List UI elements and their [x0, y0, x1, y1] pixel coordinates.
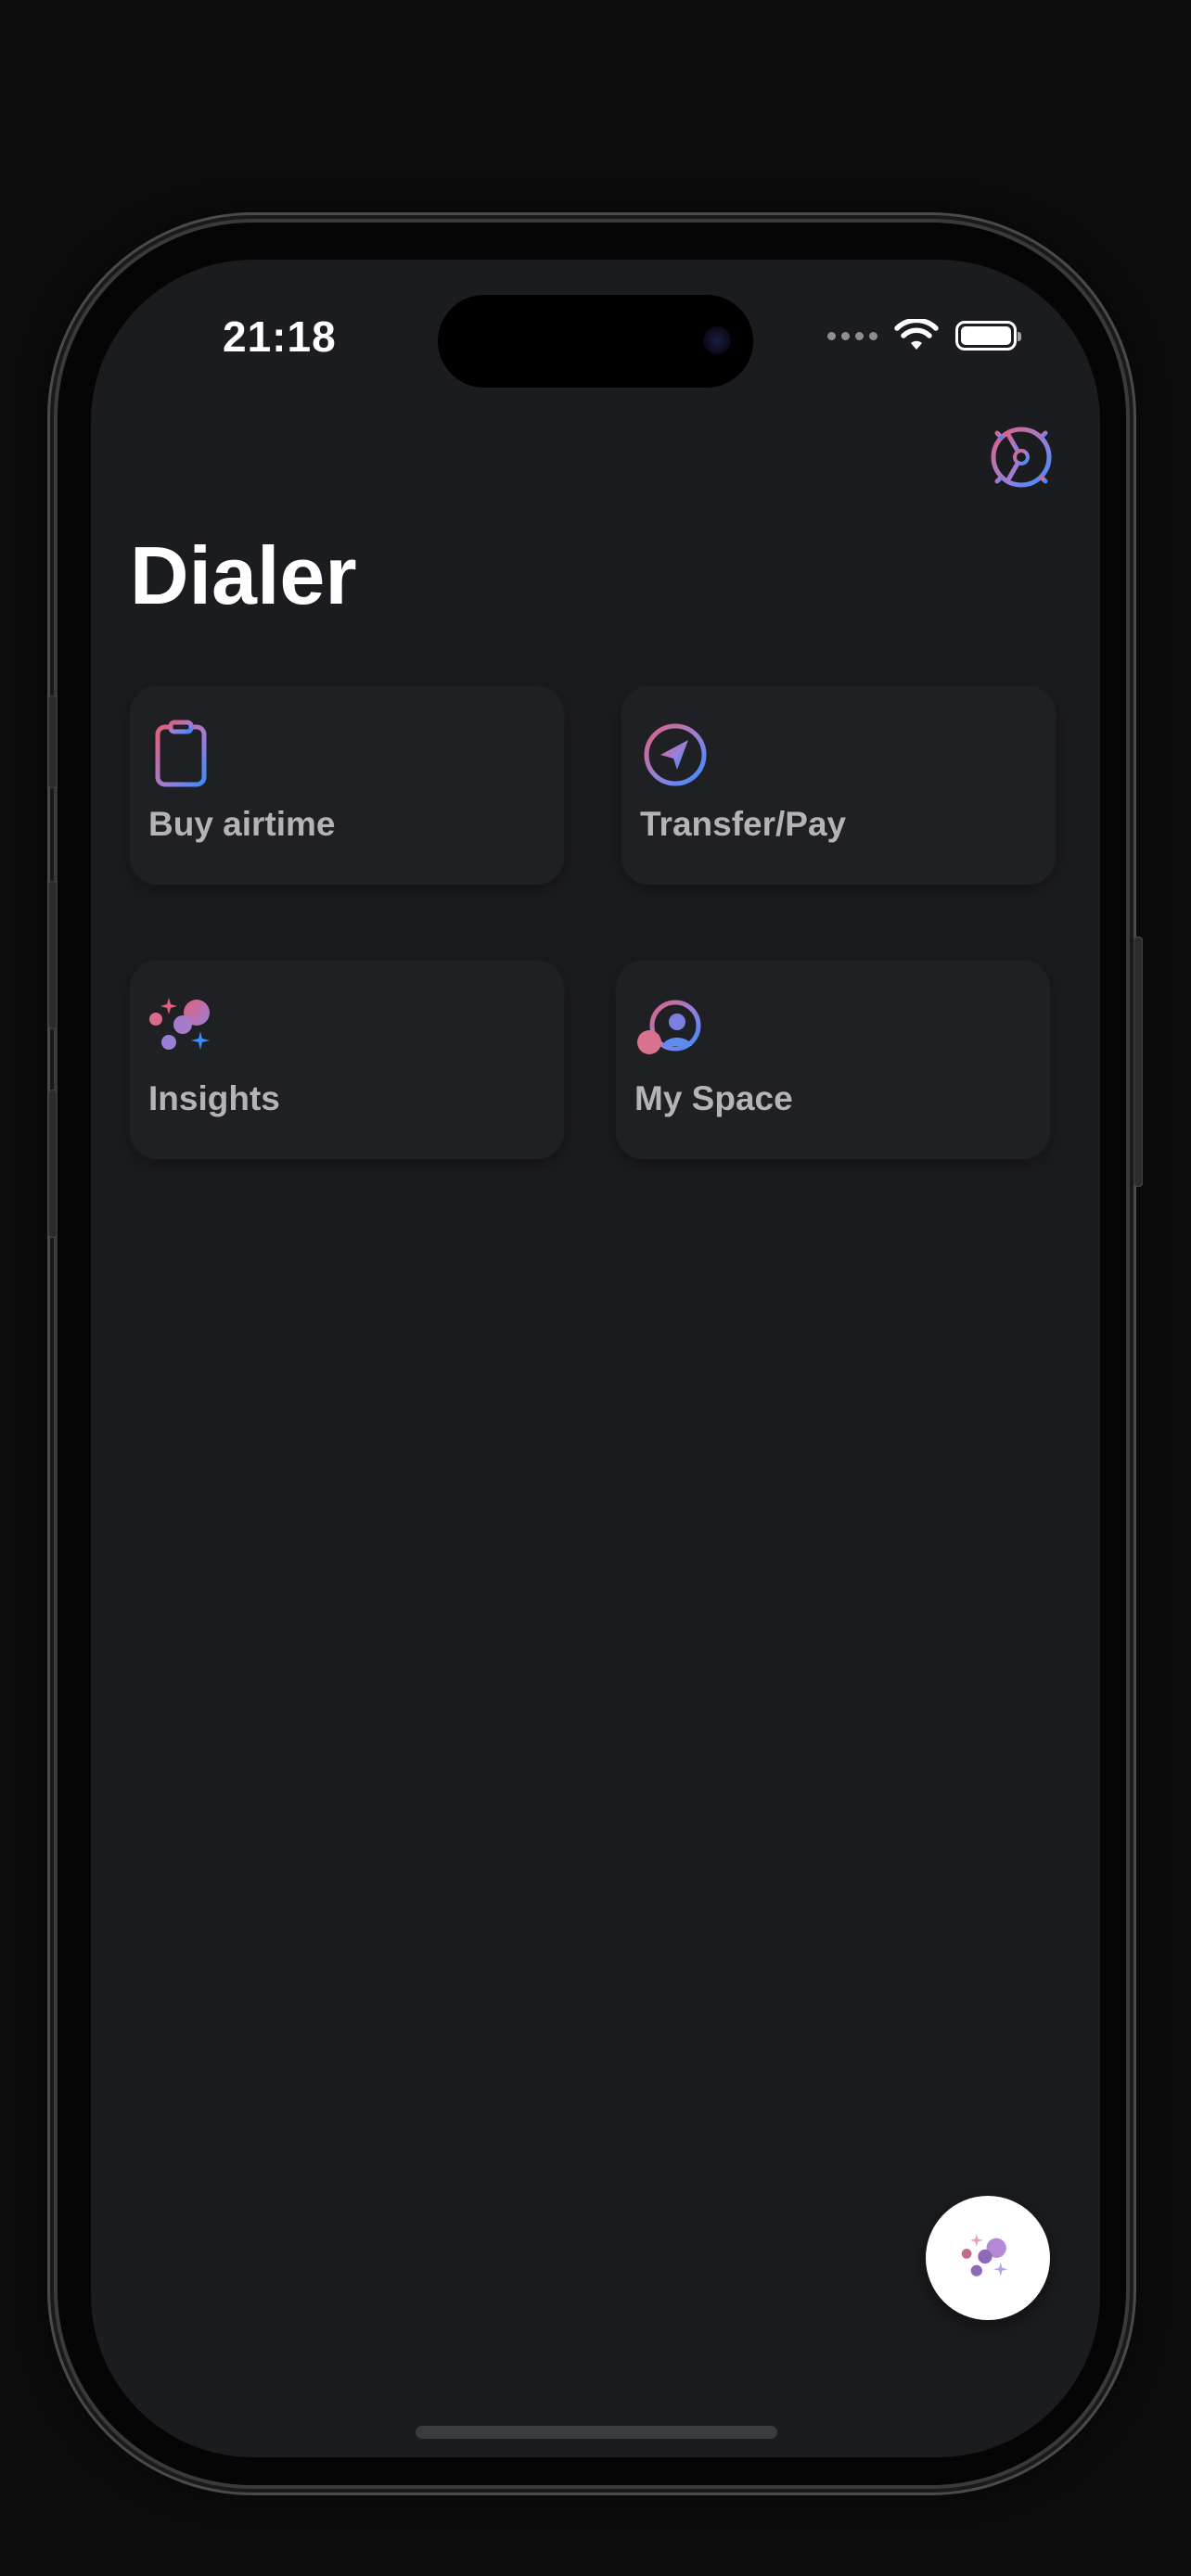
- my-space-label: My Space: [634, 1079, 793, 1117]
- status-time: 21:18: [223, 312, 337, 361]
- insights-card[interactable]: Insights: [130, 961, 564, 1159]
- cellular-dots-icon: [827, 331, 877, 340]
- page-title: Dialer: [130, 529, 357, 621]
- send-arrow-icon: [644, 723, 707, 786]
- status-indicators: [827, 319, 1021, 352]
- gear-clock-icon: [984, 420, 1058, 494]
- settings-button[interactable]: [981, 417, 1061, 497]
- wifi-icon: [894, 319, 939, 350]
- transfer-pay-card[interactable]: Transfer/Pay: [621, 686, 1056, 885]
- sparkle-bubbles-icon: [149, 998, 210, 1050]
- app-screen: 21:18 Dialer Buy airtime Transfer/Pay In…: [91, 260, 1100, 2457]
- power-button: [1133, 937, 1143, 1187]
- action-button: [48, 695, 58, 788]
- front-camera-icon: [703, 326, 731, 354]
- volume-up-button: [48, 881, 58, 1029]
- insights-label: Insights: [148, 1079, 280, 1117]
- home-indicator[interactable]: [416, 2426, 777, 2439]
- user-profile-icon: [637, 1000, 701, 1054]
- sparkle-bubbles-icon: [961, 2234, 1008, 2276]
- buy-airtime-card[interactable]: Buy airtime: [130, 686, 564, 885]
- transfer-pay-label: Transfer/Pay: [640, 805, 847, 843]
- battery-full-icon: [955, 321, 1021, 351]
- dynamic-island: [438, 295, 753, 388]
- buy-airtime-label: Buy airtime: [148, 805, 336, 843]
- clipboard-icon: [155, 720, 207, 787]
- my-space-card[interactable]: My Space: [616, 961, 1050, 1159]
- volume-down-button: [48, 1090, 58, 1238]
- insights-fab-button[interactable]: [926, 2196, 1050, 2320]
